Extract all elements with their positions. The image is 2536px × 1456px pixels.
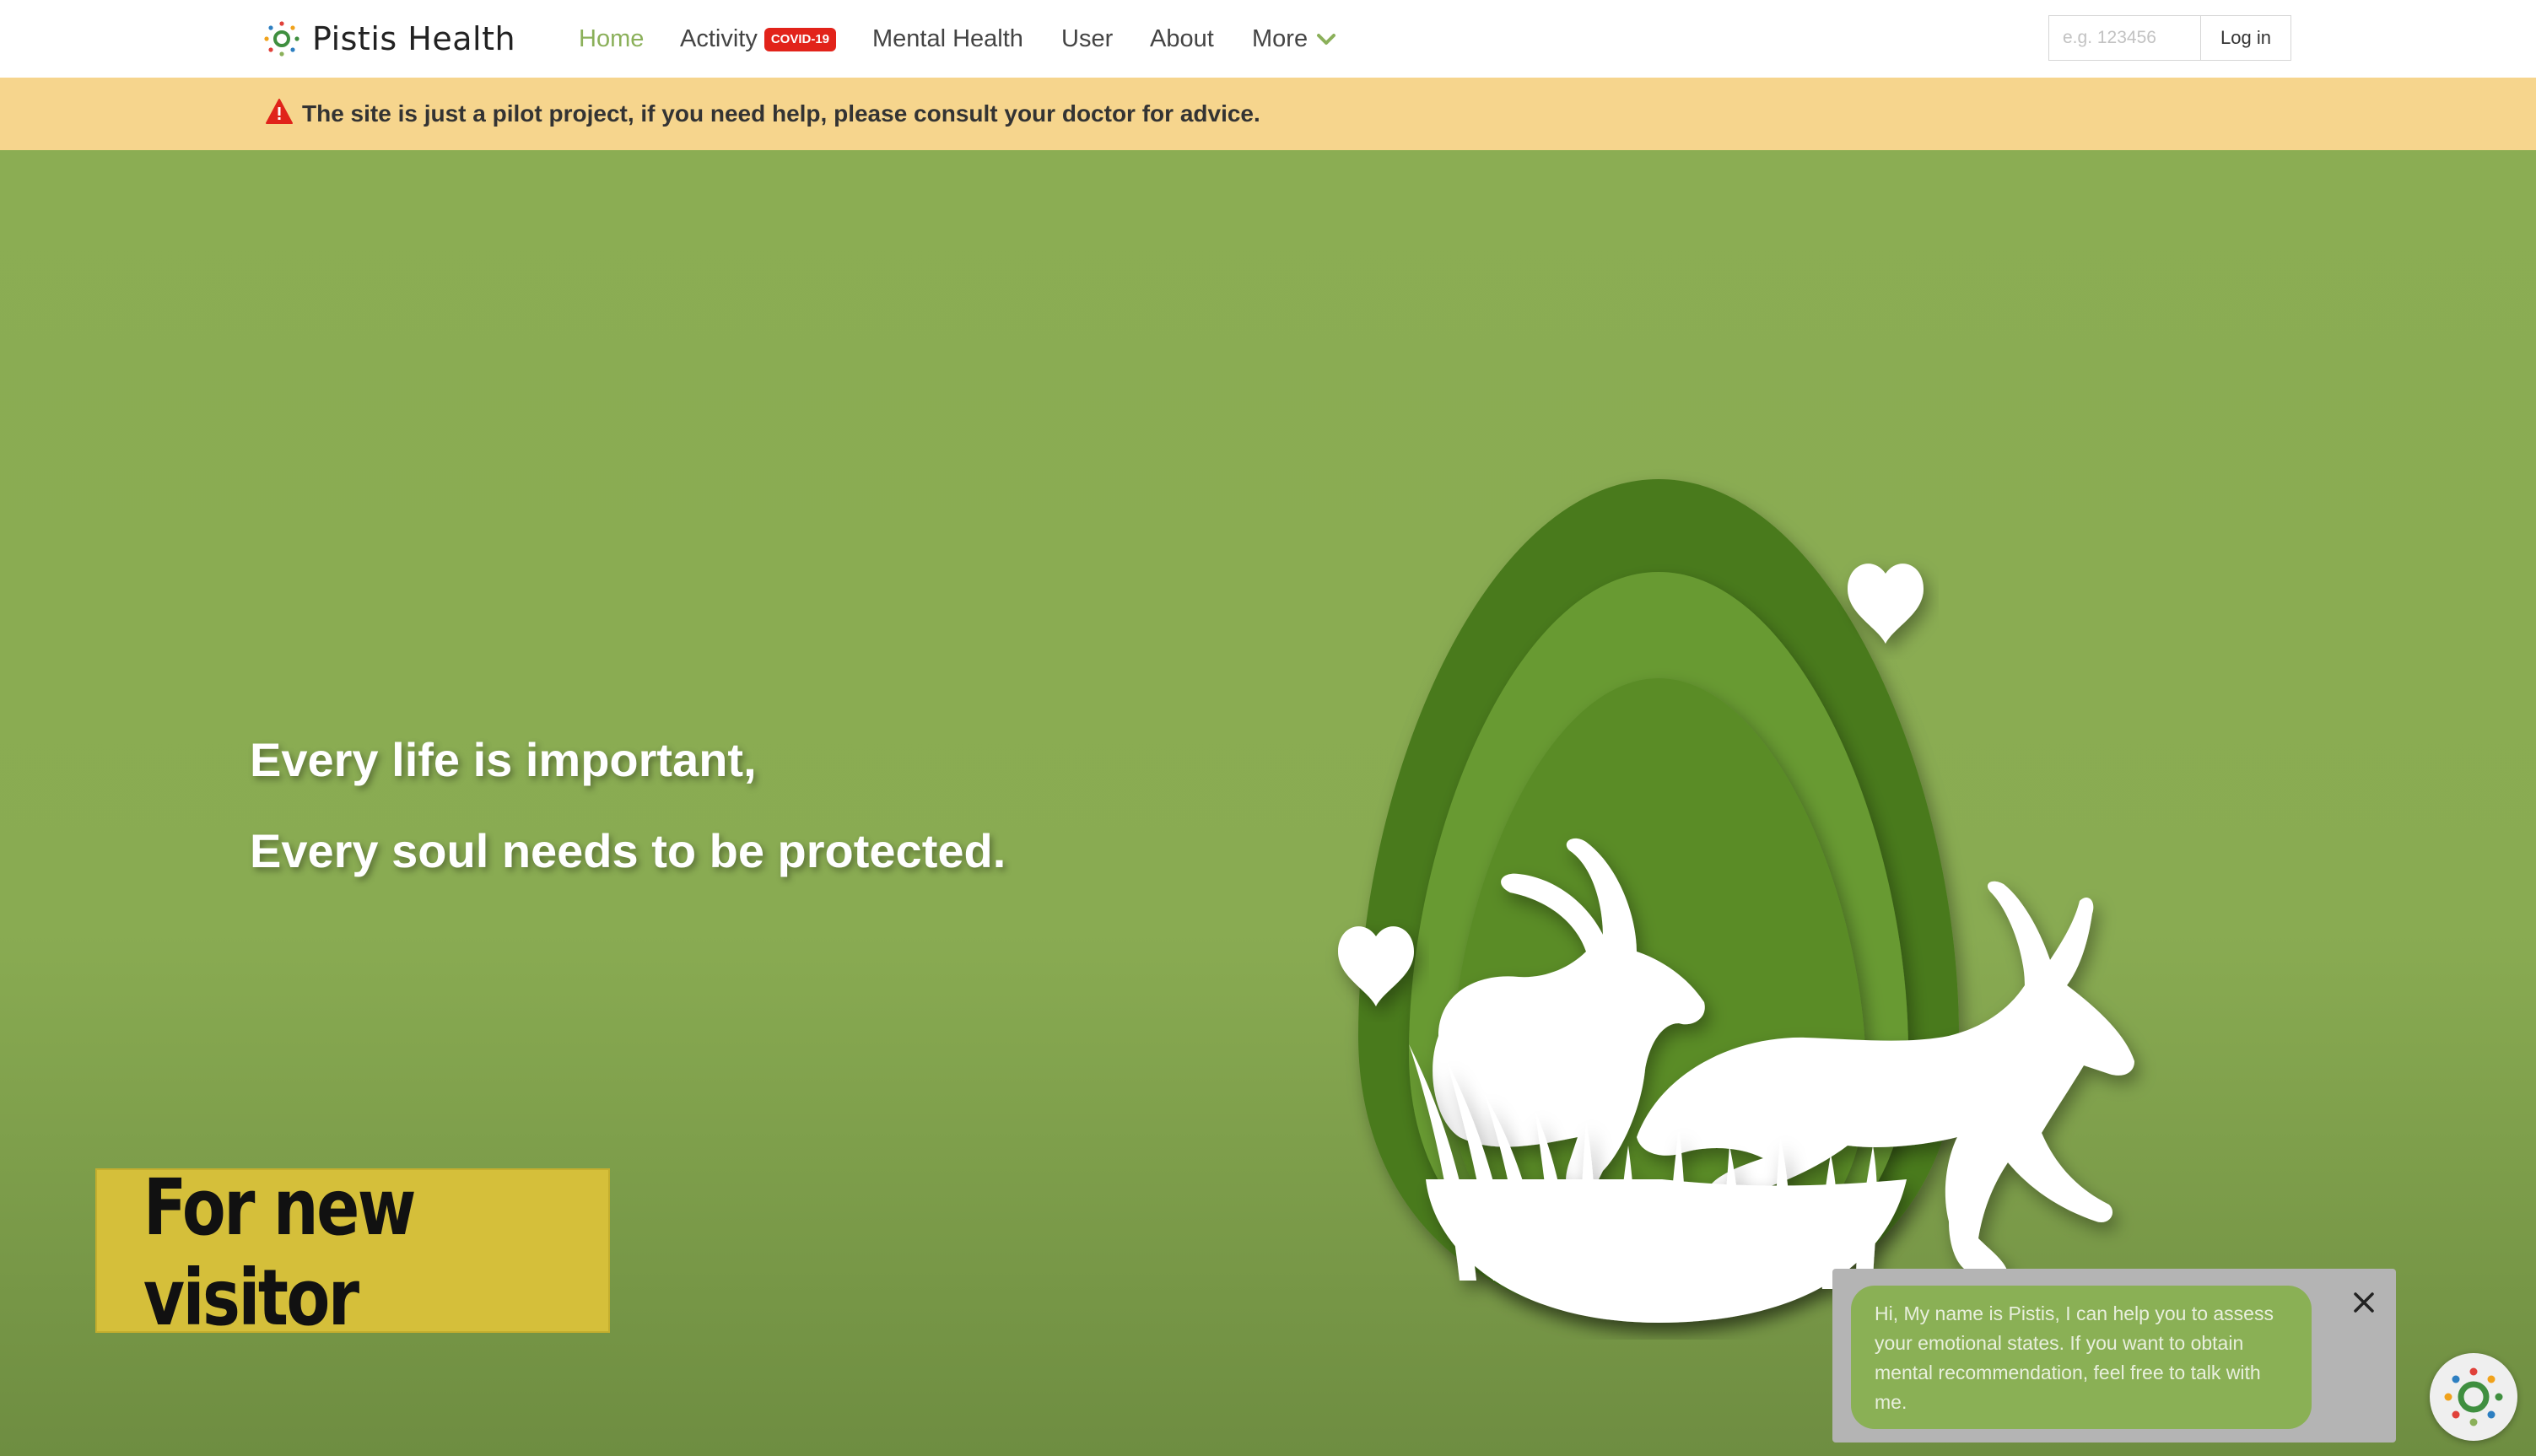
covid-badge: COVID-19	[763, 28, 837, 51]
nav-activity[interactable]: Activity COVID-19	[680, 22, 837, 56]
warning-text: The site is just a pilot project, if you…	[302, 100, 1260, 127]
chatbot-message: Hi, My name is Pistis, I can help you to…	[1851, 1286, 2312, 1429]
warning-triangle-icon	[266, 99, 293, 124]
pistis-sun-logo-icon	[264, 21, 299, 57]
nav-about[interactable]: About	[1150, 22, 1214, 56]
brand-logo[interactable]: Pistis Health	[263, 17, 515, 61]
user-id-input[interactable]	[2048, 15, 2200, 61]
new-visitor-label: For new visitor	[143, 1162, 417, 1343]
chatbot-logo-icon	[2444, 1367, 2503, 1426]
nav-user[interactable]: User	[1061, 22, 1113, 56]
new-visitor-banner[interactable]: For new visitor	[95, 1162, 610, 1343]
pilot-warning-banner: The site is just a pilot project, if you…	[0, 78, 2536, 150]
hero-line-1: Every life is important,	[250, 733, 757, 786]
nav-more-label: More	[1252, 25, 1308, 52]
close-icon[interactable]	[2349, 1287, 2379, 1318]
nav-more[interactable]: More	[1252, 22, 1336, 56]
nav-mental-health[interactable]: Mental Health	[872, 22, 1023, 56]
login-button[interactable]: Log in	[2200, 15, 2291, 61]
nav-home[interactable]: Home	[579, 22, 644, 56]
chevron-down-icon	[1317, 34, 1336, 46]
chatbot-launcher-button[interactable]	[2430, 1353, 2517, 1441]
nav-activity-label: Activity	[680, 25, 758, 52]
login-form: Log in	[2048, 15, 2291, 61]
chatbot-popup: Hi, My name is Pistis, I can help you to…	[1832, 1269, 2396, 1443]
brand-name: Pistis Health	[312, 20, 516, 57]
easter-egg-rabbits-illustration	[1338, 479, 2134, 1323]
top-navbar: Pistis Health Home Activity COVID-19 Ment…	[0, 0, 2536, 78]
hero-line-2: Every soul needs to be protected.	[250, 824, 1006, 877]
hero-section: Every life is important, Every soul need…	[0, 150, 2536, 1456]
